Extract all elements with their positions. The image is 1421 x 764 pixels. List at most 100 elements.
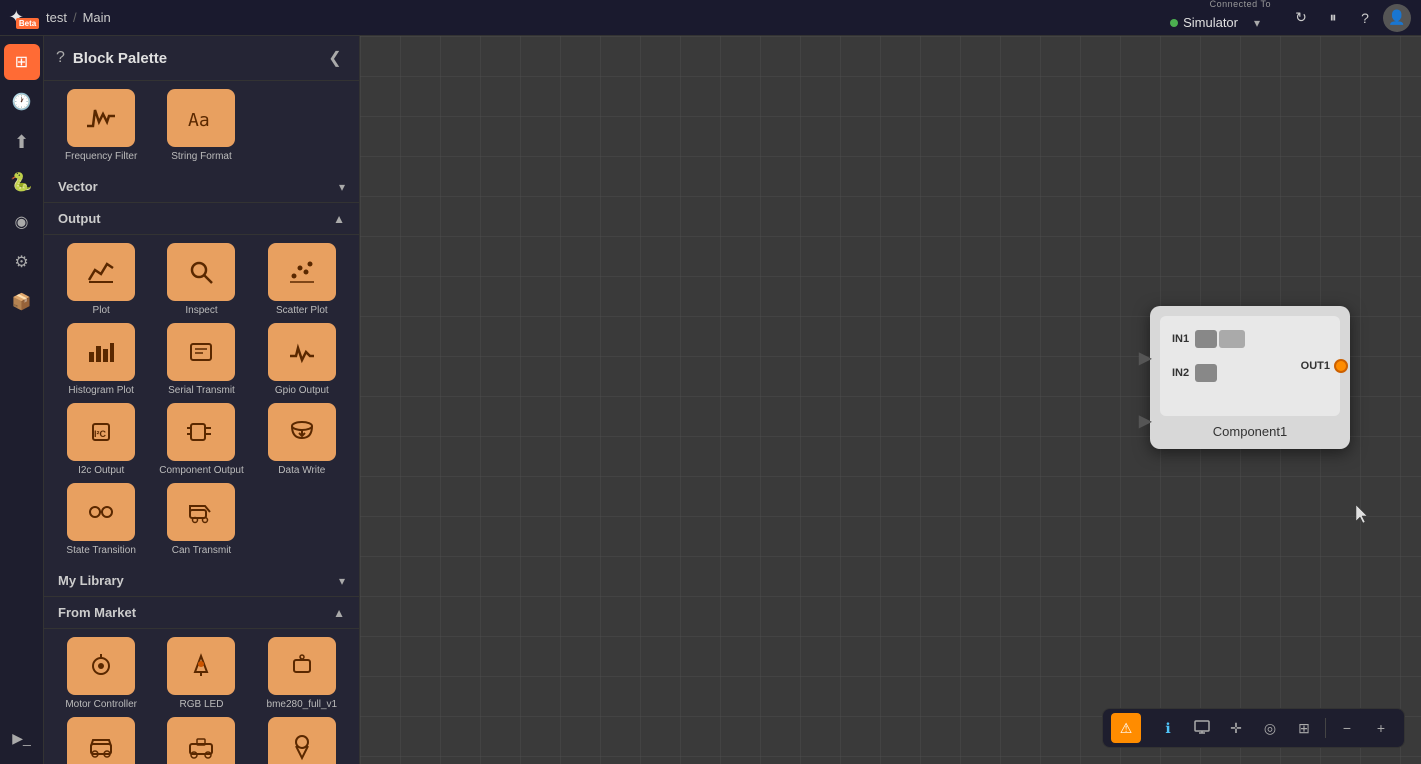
target-btn[interactable]: ◎ bbox=[1255, 713, 1285, 743]
out1-label: OUT1 bbox=[1301, 360, 1330, 372]
simulator-dropdown-btn[interactable]: ▾ bbox=[1243, 9, 1271, 37]
block-item-bme280[interactable]: bme280_full_v1 bbox=[255, 637, 349, 711]
gpio-output-icon bbox=[268, 323, 336, 381]
component-node[interactable]: IN1 IN2 OUT1 Component1 bbox=[1150, 306, 1350, 449]
market-blocks-grid: Motor Controller RGB LED bbox=[44, 629, 359, 764]
block-item-freq-filter[interactable]: Frequency Filter bbox=[54, 89, 148, 163]
nav-icon-grid[interactable]: ⊞ bbox=[4, 44, 40, 80]
can-transmit-label: Can Transmit bbox=[172, 545, 231, 557]
user-avatar[interactable]: 👤 bbox=[1383, 4, 1411, 32]
breadcrumb-app[interactable]: test bbox=[46, 10, 67, 25]
block-item-histogram[interactable]: Histogram Plot bbox=[54, 323, 148, 397]
block-item-string-format[interactable]: Aa String Format bbox=[154, 89, 248, 163]
refresh-btn[interactable]: ↻ bbox=[1287, 4, 1315, 32]
section-vector-label: Vector bbox=[58, 179, 339, 194]
help-btn[interactable]: ? bbox=[1351, 4, 1379, 32]
section-my-library[interactable]: My Library ▾ bbox=[44, 565, 359, 597]
rc-tank-icon bbox=[167, 717, 235, 764]
palette-close-btn[interactable]: ❮ bbox=[323, 46, 347, 70]
connection-dot bbox=[1170, 19, 1178, 27]
grid-toggle-btn[interactable]: ⊞ bbox=[1289, 713, 1319, 743]
bottom-toolbar: ⚠ ℹ ✛ ◎ ⊞ − + bbox=[1102, 708, 1405, 748]
in2-port[interactable] bbox=[1195, 364, 1217, 382]
section-from-market[interactable]: From Market ▲ bbox=[44, 597, 359, 629]
state-transition-icon bbox=[67, 483, 135, 541]
in1-port-ext[interactable] bbox=[1219, 330, 1245, 348]
zoom-in-icon: + bbox=[1377, 720, 1385, 736]
output-chevron-icon: ▲ bbox=[333, 212, 345, 226]
section-output-label: Output bbox=[58, 211, 333, 226]
nav-icon-settings[interactable]: ⚙ bbox=[4, 244, 40, 280]
zoom-in-btn[interactable]: + bbox=[1366, 713, 1396, 743]
motor-controller-label: Motor Controller bbox=[65, 699, 137, 711]
block-item-data-write[interactable]: Data Write bbox=[255, 403, 349, 477]
palette-help-icon: ? bbox=[56, 49, 65, 67]
block-item-serial-transmit[interactable]: Serial Transmit bbox=[154, 323, 248, 397]
topbar: ✦ Beta test / Main Connected To Simulato… bbox=[0, 0, 1421, 36]
block-item-rgb-led[interactable]: RGB LED bbox=[154, 637, 248, 711]
i2c-label: I2c Output bbox=[78, 465, 124, 477]
state-transition-label: State Transition bbox=[66, 545, 135, 557]
svg-text:I²C: I²C bbox=[94, 429, 106, 439]
yahboom-icon bbox=[67, 717, 135, 764]
pause-btn[interactable]: ⏸ bbox=[1319, 4, 1347, 32]
block-item-motor-controller[interactable]: Motor Controller bbox=[54, 637, 148, 711]
connection-status: Connected To Simulator ▾ bbox=[1170, 0, 1271, 37]
topbar-actions: ↻ ⏸ ? 👤 bbox=[1287, 4, 1411, 32]
nav-icon-upload[interactable]: ⬆ bbox=[4, 124, 40, 160]
breadcrumb-sep: / bbox=[73, 10, 77, 25]
bme280-label: bme280_full_v1 bbox=[267, 699, 338, 711]
section-from-market-label: From Market bbox=[58, 605, 333, 620]
block-item-i2c[interactable]: I²C I2c Output bbox=[54, 403, 148, 477]
zoom-out-btn[interactable]: − bbox=[1332, 713, 1362, 743]
warning-icon: ⚠ bbox=[1120, 720, 1133, 737]
nav-icon-terminal[interactable]: ▶_ bbox=[4, 720, 40, 756]
block-item-scatter[interactable]: Scatter Plot bbox=[255, 243, 349, 317]
zoom-out-icon: − bbox=[1343, 720, 1351, 736]
canvas-area[interactable]: ▶ ▶ IN1 IN2 OUT1 bbox=[360, 36, 1421, 764]
component-name: Component1 bbox=[1160, 424, 1340, 439]
block-item-inspect[interactable]: Inspect bbox=[154, 243, 248, 317]
nav-icon-history[interactable]: 🕐 bbox=[4, 84, 40, 120]
section-my-library-label: My Library bbox=[58, 573, 339, 588]
breadcrumb-page[interactable]: Main bbox=[83, 10, 111, 25]
motor-controller-icon bbox=[67, 637, 135, 695]
serial-transmit-icon bbox=[167, 323, 235, 381]
svg-text:Aa: Aa bbox=[188, 110, 210, 131]
block-item-component-output[interactable]: Component Output bbox=[154, 403, 248, 477]
histogram-label: Histogram Plot bbox=[68, 385, 134, 397]
string-format-label: String Format bbox=[171, 151, 232, 163]
out1-port-area: OUT1 bbox=[1301, 359, 1348, 373]
nav-icon-badge[interactable]: ◉ bbox=[4, 204, 40, 240]
nav-icon-python[interactable]: 🐍 bbox=[4, 164, 40, 200]
section-output[interactable]: Output ▲ bbox=[44, 203, 359, 235]
palette-header: ? Block Palette ❮ bbox=[44, 36, 359, 81]
serial-transmit-label: Serial Transmit bbox=[168, 385, 235, 397]
monitor-icon bbox=[1194, 720, 1210, 737]
freq-filter-icon bbox=[67, 89, 135, 147]
inspect-label: Inspect bbox=[185, 305, 217, 317]
block-item-yahboom[interactable]: Yahboom G1 Tank1 bbox=[54, 717, 148, 764]
block-item-state-transition[interactable]: State Transition bbox=[54, 483, 148, 557]
block-item-can-transmit[interactable]: Can Transmit bbox=[154, 483, 248, 557]
palette-title: Block Palette bbox=[73, 50, 315, 67]
block-item-gpio[interactable]: Gpio Output bbox=[255, 323, 349, 397]
move-btn[interactable]: ✛ bbox=[1221, 713, 1251, 743]
port-in1-row: IN1 bbox=[1168, 330, 1332, 348]
block-item-nmea-gps[interactable]: Nmea GPS 2 bbox=[255, 717, 349, 764]
warning-btn[interactable]: ⚠ bbox=[1111, 713, 1141, 743]
monitor-btn[interactable] bbox=[1187, 713, 1217, 743]
i2c-output-icon: I²C bbox=[67, 403, 135, 461]
block-item-rc-tank[interactable]: RC Tank Receiver bbox=[154, 717, 248, 764]
breadcrumb: test / Main bbox=[46, 10, 111, 25]
block-item-plot[interactable]: Plot bbox=[54, 243, 148, 317]
out1-dot[interactable] bbox=[1334, 359, 1348, 373]
nav-icon-package[interactable]: 📦 bbox=[4, 284, 40, 320]
section-vector[interactable]: Vector ▾ bbox=[44, 171, 359, 203]
scatter-plot-icon bbox=[268, 243, 336, 301]
info-btn[interactable]: ℹ bbox=[1153, 713, 1183, 743]
can-transmit-icon bbox=[167, 483, 235, 541]
in1-port[interactable] bbox=[1195, 330, 1217, 348]
left-nav: ⊞ 🕐 ⬆ 🐍 ◉ ⚙ 📦 ▶_ bbox=[0, 36, 44, 764]
info-icon: ℹ bbox=[1165, 720, 1170, 737]
